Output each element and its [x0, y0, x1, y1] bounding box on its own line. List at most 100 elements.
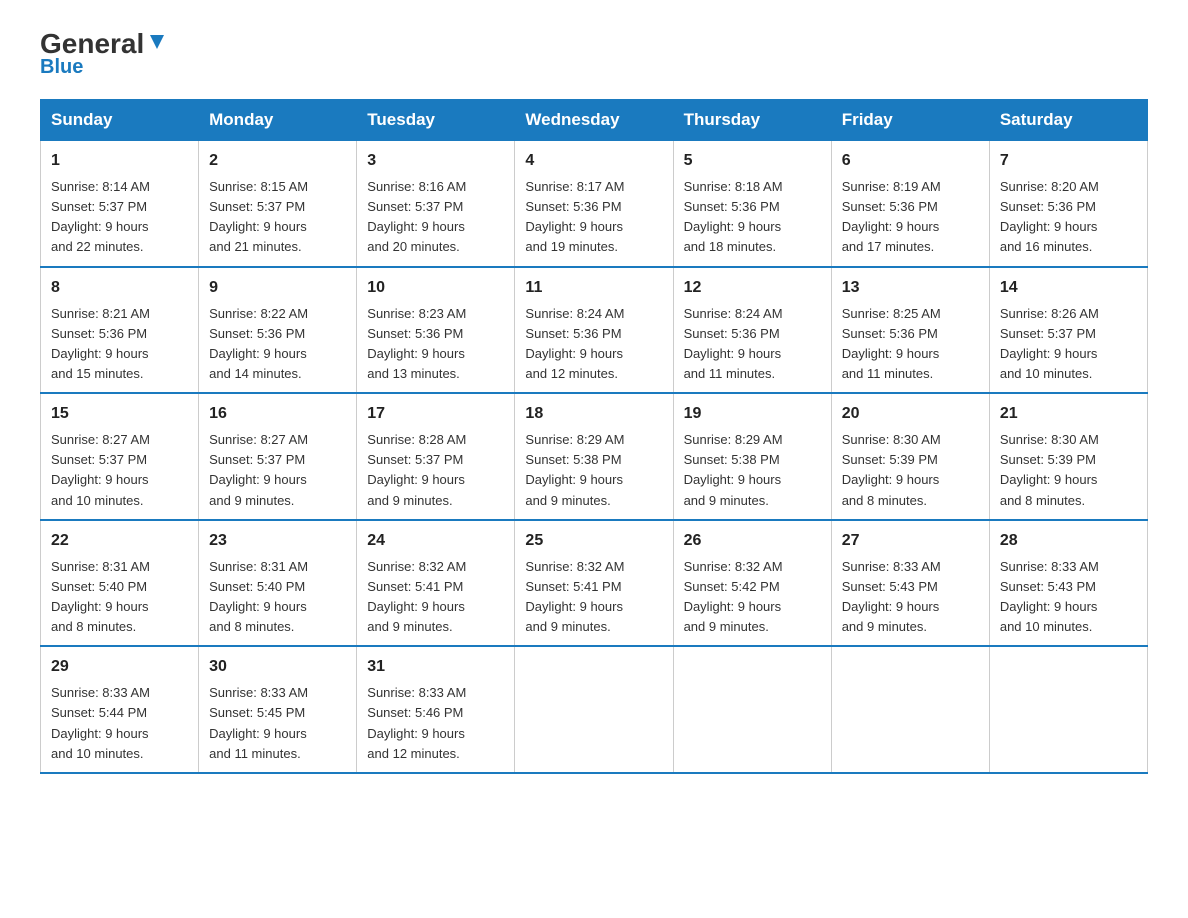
day-cell — [831, 646, 989, 773]
day-info: Sunrise: 8:33 AMSunset: 5:43 PMDaylight:… — [1000, 557, 1137, 638]
week-row-1: 1 Sunrise: 8:14 AMSunset: 5:37 PMDaylight… — [41, 141, 1148, 267]
day-number: 23 — [209, 529, 346, 553]
day-info: Sunrise: 8:26 AMSunset: 5:37 PMDaylight:… — [1000, 304, 1137, 385]
day-number: 25 — [525, 529, 662, 553]
day-cell: 1 Sunrise: 8:14 AMSunset: 5:37 PMDaylight… — [41, 141, 199, 267]
day-number: 11 — [525, 276, 662, 300]
day-number: 27 — [842, 529, 979, 553]
calendar-table: SundayMondayTuesdayWednesdayThursdayFrid… — [40, 99, 1148, 774]
day-number: 9 — [209, 276, 346, 300]
day-number: 2 — [209, 149, 346, 173]
day-number: 5 — [684, 149, 821, 173]
day-info: Sunrise: 8:32 AMSunset: 5:42 PMDaylight:… — [684, 557, 821, 638]
day-info: Sunrise: 8:21 AMSunset: 5:36 PMDaylight:… — [51, 304, 188, 385]
day-number: 8 — [51, 276, 188, 300]
logo-blue: Blue — [40, 56, 83, 79]
day-info: Sunrise: 8:31 AMSunset: 5:40 PMDaylight:… — [51, 557, 188, 638]
day-cell: 12Sunrise: 8:24 AMSunset: 5:36 PMDayligh… — [673, 267, 831, 394]
day-cell: 21Sunrise: 8:30 AMSunset: 5:39 PMDayligh… — [989, 393, 1147, 520]
day-number: 7 — [1000, 149, 1137, 173]
day-number: 15 — [51, 402, 188, 426]
day-cell: 8 Sunrise: 8:21 AMSunset: 5:36 PMDaylight… — [41, 267, 199, 394]
day-info: Sunrise: 8:32 AMSunset: 5:41 PMDaylight:… — [525, 557, 662, 638]
week-row-2: 8 Sunrise: 8:21 AMSunset: 5:36 PMDaylight… — [41, 267, 1148, 394]
day-cell: 10 Sunrise: 8:23 AMSunset: 5:36 PMDayligh… — [357, 267, 515, 394]
day-number: 22 — [51, 529, 188, 553]
day-cell: 5Sunrise: 8:18 AMSunset: 5:36 PMDaylight… — [673, 141, 831, 267]
day-cell: 28 Sunrise: 8:33 AMSunset: 5:43 PMDayligh… — [989, 520, 1147, 647]
day-info: Sunrise: 8:33 AMSunset: 5:45 PMDaylight:… — [209, 683, 346, 764]
day-number: 3 — [367, 149, 504, 173]
week-row-3: 15 Sunrise: 8:27 AMSunset: 5:37 PMDayligh… — [41, 393, 1148, 520]
day-info: Sunrise: 8:25 AMSunset: 5:36 PMDaylight:… — [842, 304, 979, 385]
header-monday: Monday — [199, 100, 357, 141]
day-cell: 25 Sunrise: 8:32 AMSunset: 5:41 PMDayligh… — [515, 520, 673, 647]
day-number: 20 — [842, 402, 979, 426]
day-number: 28 — [1000, 529, 1137, 553]
page-header: General Blue — [40, 30, 1148, 79]
day-number: 26 — [684, 529, 821, 553]
day-cell: 31 Sunrise: 8:33 AMSunset: 5:46 PMDayligh… — [357, 646, 515, 773]
day-info: Sunrise: 8:23 AMSunset: 5:36 PMDaylight:… — [367, 304, 504, 385]
day-cell — [673, 646, 831, 773]
day-info: Sunrise: 8:17 AMSunset: 5:36 PMDaylight:… — [525, 177, 662, 258]
day-cell — [989, 646, 1147, 773]
day-number: 13 — [842, 276, 979, 300]
day-cell: 27 Sunrise: 8:33 AMSunset: 5:43 PMDayligh… — [831, 520, 989, 647]
logo: General Blue — [40, 30, 168, 79]
header-wednesday: Wednesday — [515, 100, 673, 141]
day-info: Sunrise: 8:27 AMSunset: 5:37 PMDaylight:… — [209, 430, 346, 511]
day-cell: 15 Sunrise: 8:27 AMSunset: 5:37 PMDayligh… — [41, 393, 199, 520]
day-cell: 7 Sunrise: 8:20 AMSunset: 5:36 PMDaylight… — [989, 141, 1147, 267]
day-cell: 16Sunrise: 8:27 AMSunset: 5:37 PMDayligh… — [199, 393, 357, 520]
day-info: Sunrise: 8:24 AMSunset: 5:36 PMDaylight:… — [525, 304, 662, 385]
day-number: 29 — [51, 655, 188, 679]
day-number: 14 — [1000, 276, 1137, 300]
day-cell: 18Sunrise: 8:29 AMSunset: 5:38 PMDayligh… — [515, 393, 673, 520]
day-info: Sunrise: 8:30 AMSunset: 5:39 PMDaylight:… — [842, 430, 979, 511]
day-number: 24 — [367, 529, 504, 553]
day-cell: 17 Sunrise: 8:28 AMSunset: 5:37 PMDayligh… — [357, 393, 515, 520]
day-info: Sunrise: 8:32 AMSunset: 5:41 PMDaylight:… — [367, 557, 504, 638]
day-number: 31 — [367, 655, 504, 679]
day-cell: 13 Sunrise: 8:25 AMSunset: 5:36 PMDayligh… — [831, 267, 989, 394]
day-info: Sunrise: 8:14 AMSunset: 5:37 PMDaylight:… — [51, 177, 188, 258]
header-tuesday: Tuesday — [357, 100, 515, 141]
day-cell: 9 Sunrise: 8:22 AMSunset: 5:36 PMDaylight… — [199, 267, 357, 394]
day-info: Sunrise: 8:20 AMSunset: 5:36 PMDaylight:… — [1000, 177, 1137, 258]
day-cell: 2Sunrise: 8:15 AMSunset: 5:37 PMDaylight… — [199, 141, 357, 267]
day-cell: 29 Sunrise: 8:33 AMSunset: 5:44 PMDayligh… — [41, 646, 199, 773]
day-cell: 3 Sunrise: 8:16 AMSunset: 5:37 PMDaylight… — [357, 141, 515, 267]
day-cell: 24 Sunrise: 8:32 AMSunset: 5:41 PMDayligh… — [357, 520, 515, 647]
day-info: Sunrise: 8:28 AMSunset: 5:37 PMDaylight:… — [367, 430, 504, 511]
header-friday: Friday — [831, 100, 989, 141]
day-info: Sunrise: 8:33 AMSunset: 5:46 PMDaylight:… — [367, 683, 504, 764]
day-cell: 14 Sunrise: 8:26 AMSunset: 5:37 PMDayligh… — [989, 267, 1147, 394]
day-cell — [515, 646, 673, 773]
day-number: 12 — [684, 276, 821, 300]
day-number: 18 — [525, 402, 662, 426]
header-thursday: Thursday — [673, 100, 831, 141]
day-info: Sunrise: 8:22 AMSunset: 5:36 PMDaylight:… — [209, 304, 346, 385]
day-cell: 22 Sunrise: 8:31 AMSunset: 5:40 PMDayligh… — [41, 520, 199, 647]
day-info: Sunrise: 8:30 AMSunset: 5:39 PMDaylight:… — [1000, 430, 1137, 511]
day-info: Sunrise: 8:31 AMSunset: 5:40 PMDaylight:… — [209, 557, 346, 638]
week-row-4: 22 Sunrise: 8:31 AMSunset: 5:40 PMDayligh… — [41, 520, 1148, 647]
day-number: 6 — [842, 149, 979, 173]
day-cell: 4Sunrise: 8:17 AMSunset: 5:36 PMDaylight… — [515, 141, 673, 267]
day-number: 19 — [684, 402, 821, 426]
day-cell: 26 Sunrise: 8:32 AMSunset: 5:42 PMDayligh… — [673, 520, 831, 647]
day-number: 30 — [209, 655, 346, 679]
day-cell: 23 Sunrise: 8:31 AMSunset: 5:40 PMDayligh… — [199, 520, 357, 647]
day-number: 1 — [51, 149, 188, 173]
day-cell: 11 Sunrise: 8:24 AMSunset: 5:36 PMDayligh… — [515, 267, 673, 394]
day-number: 10 — [367, 276, 504, 300]
day-info: Sunrise: 8:19 AMSunset: 5:36 PMDaylight:… — [842, 177, 979, 258]
day-info: Sunrise: 8:16 AMSunset: 5:37 PMDaylight:… — [367, 177, 504, 258]
day-info: Sunrise: 8:33 AMSunset: 5:43 PMDaylight:… — [842, 557, 979, 638]
header-sunday: Sunday — [41, 100, 199, 141]
day-info: Sunrise: 8:33 AMSunset: 5:44 PMDaylight:… — [51, 683, 188, 764]
day-info: Sunrise: 8:27 AMSunset: 5:37 PMDaylight:… — [51, 430, 188, 511]
day-number: 17 — [367, 402, 504, 426]
header-saturday: Saturday — [989, 100, 1147, 141]
